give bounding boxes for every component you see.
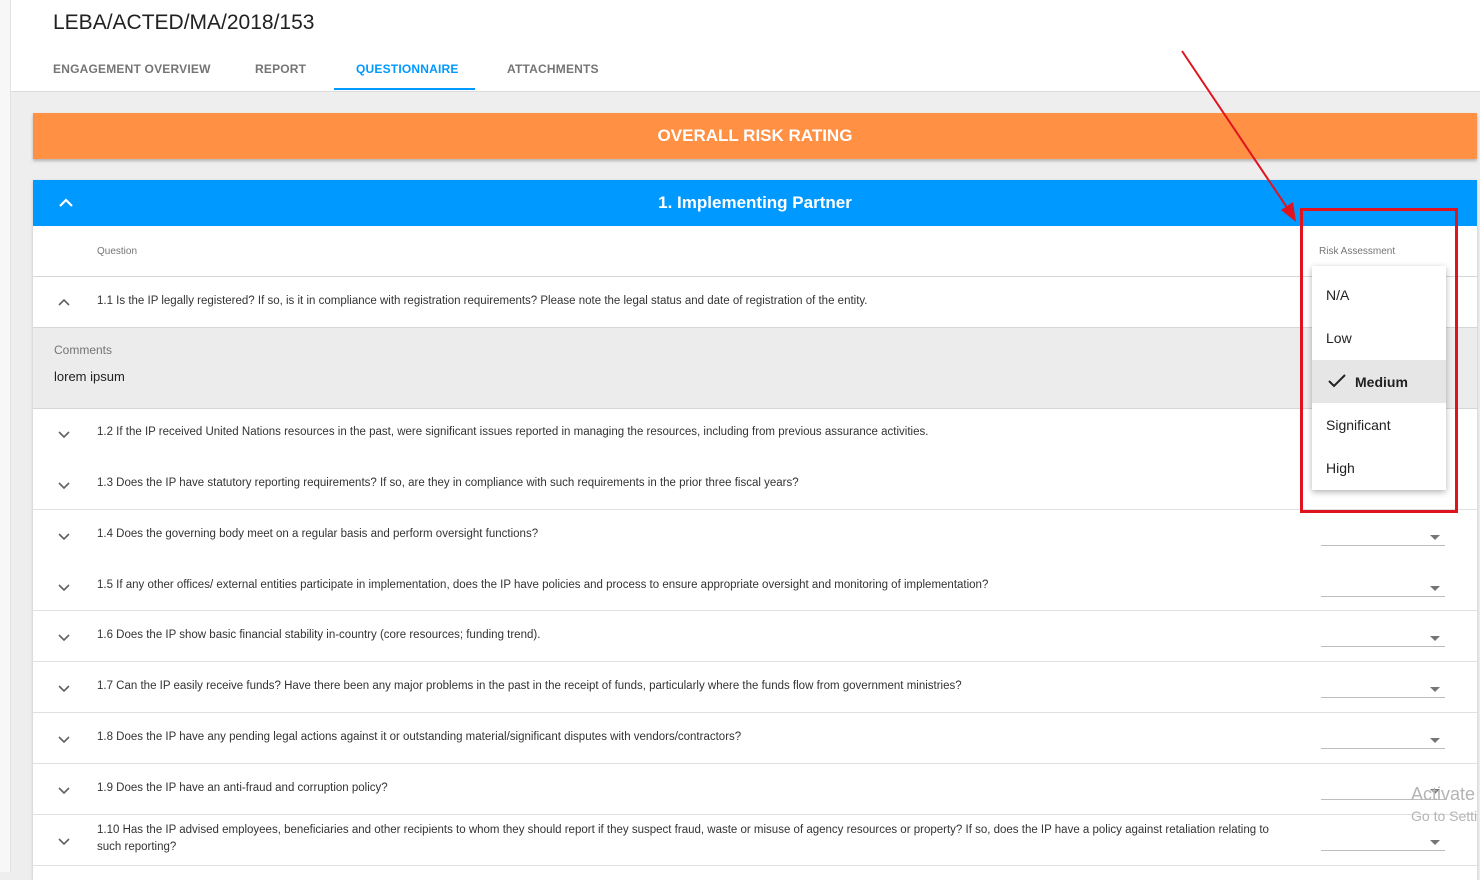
risk-select-arrow[interactable] [1430, 687, 1440, 692]
tab-engagement-overview[interactable]: ENGAGEMENT OVERVIEW [53, 62, 211, 76]
overall-risk-rating-label: OVERALL RISK RATING [657, 126, 853, 145]
page-title: LEBA/ACTED/MA/2018/153 [53, 11, 315, 34]
question-text: 1.3 Does the IP have statutory reporting… [97, 477, 799, 489]
watermark-line2: Go to Setti [1411, 808, 1478, 824]
question-row[interactable]: 1.5 If any other offices/ external entit… [33, 561, 1477, 611]
chevron-down-icon[interactable] [57, 427, 71, 441]
chevron-down-icon[interactable] [57, 529, 71, 543]
tab-questionnaire[interactable]: QUESTIONNAIRE [356, 62, 459, 76]
chevron-down-icon[interactable] [57, 681, 71, 695]
risk-select[interactable] [1321, 697, 1445, 698]
chevron-up-icon[interactable] [57, 194, 75, 212]
question-row[interactable]: 1.7 Can the IP easily receive funds? Hav… [33, 662, 1477, 713]
annotation-highlight-box [1300, 208, 1458, 513]
question-row[interactable]: 1.1 Is the IP legally registered? If so,… [33, 277, 1477, 327]
question-text: 1.2 If the IP received United Nations re… [97, 426, 929, 438]
risk-select[interactable] [1321, 596, 1445, 597]
chevron-down-icon[interactable] [57, 783, 71, 797]
risk-select-arrow[interactable] [1430, 636, 1440, 641]
question-text: 1.10 Has the IP advised employees, benef… [97, 824, 1269, 853]
question-text: 1.1 Is the IP legally registered? If so,… [97, 295, 868, 307]
chevron-up-icon[interactable] [57, 295, 71, 309]
chevron-down-icon[interactable] [57, 732, 71, 746]
risk-select[interactable] [1321, 545, 1445, 546]
watermark-line1: Activate [1411, 784, 1476, 804]
chevron-down-icon[interactable] [57, 478, 71, 492]
chevron-down-icon[interactable] [57, 580, 71, 594]
question-row[interactable]: 1.6 Does the IP show basic financial sta… [33, 611, 1477, 661]
column-question-label: Question [97, 246, 138, 257]
section-title: 1. Implementing Partner [658, 193, 852, 212]
risk-select[interactable] [1321, 748, 1445, 749]
question-text: 1.5 If any other offices/ external entit… [97, 579, 989, 591]
question-row[interactable]: 1.3 Does the IP have statutory reporting… [33, 459, 1477, 510]
column-header: Question Risk Assessment [33, 226, 1477, 277]
question-row[interactable]: 1.4 Does the governing body meet on a re… [33, 510, 1477, 561]
section-header[interactable]: 1. Implementing Partner [33, 180, 1477, 226]
risk-select[interactable] [1321, 646, 1445, 647]
row-divider [33, 865, 1477, 866]
risk-select-arrow[interactable] [1430, 535, 1440, 540]
chevron-down-icon[interactable] [57, 630, 71, 644]
risk-select-arrow[interactable] [1430, 840, 1440, 845]
risk-select[interactable] [1321, 850, 1445, 851]
page-header: LEBA/ACTED/MA/2018/153 ENGAGEMENT OVERVI… [11, 0, 1480, 92]
question-text: 1.6 Does the IP show basic financial sta… [97, 629, 541, 641]
question-row[interactable]: 1.9 Does the IP have an anti-fraud and c… [33, 764, 1477, 815]
comments-label: Comments [54, 343, 113, 357]
comments-value[interactable]: lorem ipsum [54, 369, 125, 384]
left-edge [0, 0, 11, 872]
question-row[interactable]: 1.10 Has the IP advised employees, benef… [33, 815, 1477, 866]
question-text: 1.7 Can the IP easily receive funds? Hav… [97, 680, 962, 692]
risk-select-arrow[interactable] [1430, 738, 1440, 743]
question-text: 1.8 Does the IP have any pending legal a… [97, 731, 742, 743]
comments-panel: Comments lorem ipsum [33, 327, 1477, 409]
question-row[interactable]: 1.2 If the IP received United Nations re… [33, 408, 1477, 459]
question-row[interactable]: 1.8 Does the IP have any pending legal a… [33, 713, 1477, 764]
active-tab-indicator [334, 88, 475, 90]
risk-select-arrow[interactable] [1430, 586, 1440, 591]
tab-attachments[interactable]: ATTACHMENTS [507, 62, 599, 76]
chevron-down-icon[interactable] [57, 834, 71, 848]
section-card: 1. Implementing Partner Question Risk As… [33, 180, 1477, 880]
question-text: 1.4 Does the governing body meet on a re… [97, 528, 539, 540]
overall-risk-rating-banner[interactable]: OVERALL RISK RATING [33, 113, 1477, 159]
question-text: 1.9 Does the IP have an anti-fraud and c… [97, 782, 388, 794]
tab-report[interactable]: REPORT [255, 62, 306, 76]
